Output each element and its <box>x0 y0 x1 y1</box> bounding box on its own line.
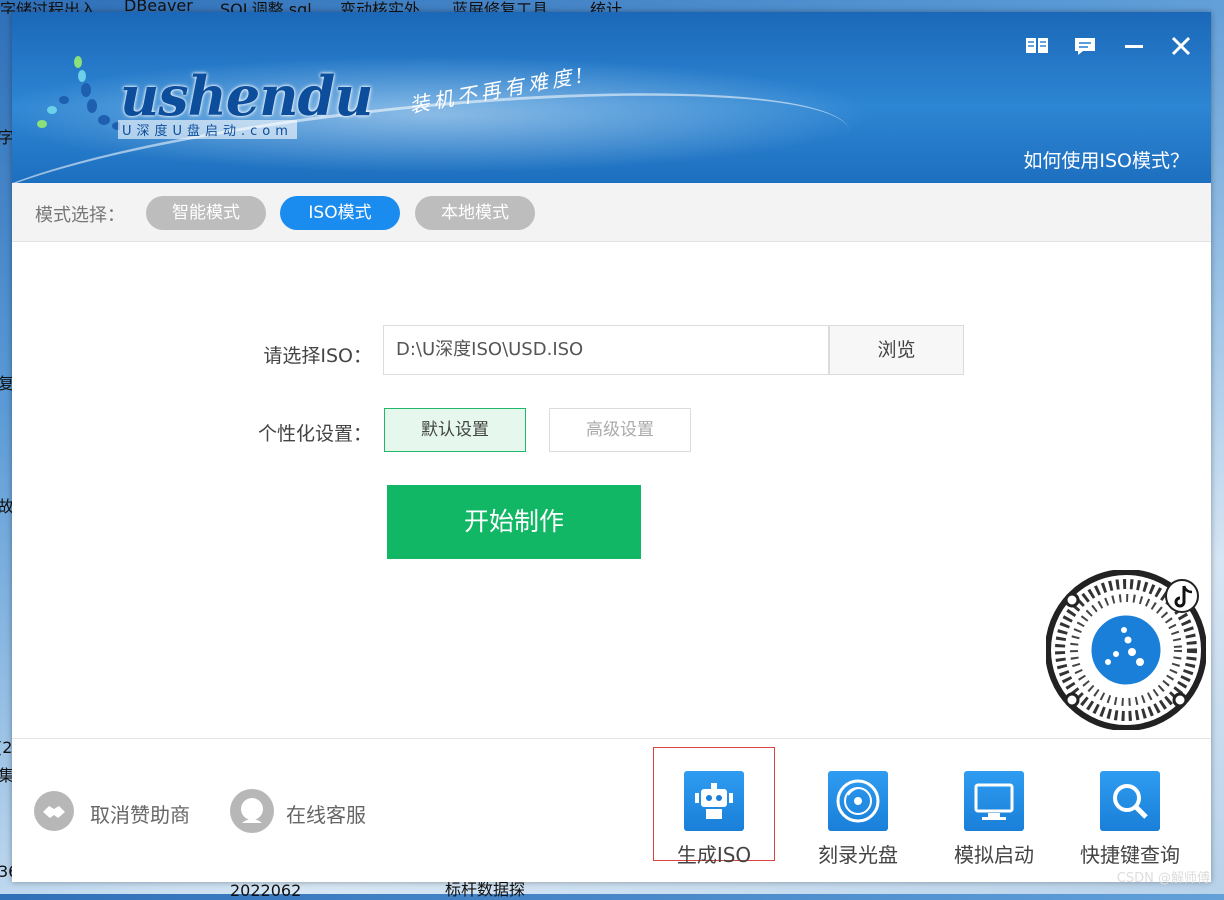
tab-smart-mode[interactable]: 智能模式 <box>146 196 266 230</box>
burn-disc-label: 刻录光盘 <box>818 843 898 867</box>
tab-local-mode[interactable]: 本地模式 <box>415 196 535 230</box>
iso-select-label: 请选择ISO： <box>263 345 372 367</box>
start-making-button[interactable]: 开始制作 <box>387 485 641 559</box>
default-settings-button[interactable]: 默认设置 <box>384 408 526 452</box>
cancel-sponsor-text: 取消赞助商 <box>90 803 190 827</box>
disc-icon <box>828 771 888 831</box>
shortcut-query-tool[interactable]: 快捷键查询 <box>1070 771 1190 871</box>
burn-disc-tool[interactable]: 刻录光盘 <box>798 771 918 871</box>
online-support-link[interactable]: 在线客服 <box>230 789 390 835</box>
iso-path-input[interactable]: D:\U深度ISO\USD.ISO <box>383 325 829 375</box>
ushendu-app-window: ushendu U深度U盘启动.com 装机不再有难度! 如何使用ISO模式？ … <box>12 12 1211 882</box>
csdn-watermark: CSDN @解师傅 <box>1116 871 1210 886</box>
simulate-boot-tool[interactable]: 模拟启动 <box>934 771 1054 871</box>
feedback-chat-icon[interactable] <box>1073 34 1097 58</box>
mode-selection-label: 模式选择： <box>35 205 125 226</box>
browse-button[interactable]: 浏览 <box>829 325 964 375</box>
douyin-qr-code <box>1046 570 1206 730</box>
monitor-icon <box>964 771 1024 831</box>
mode-selection-bar: 模式选择： 智能模式 ISO模式 本地模式 <box>12 183 1211 242</box>
generate-iso-label: 生成ISO <box>676 843 752 867</box>
app-footer: 取消赞助商 在线客服 生成ISO 刻录光盘 模拟启动 快捷键查询 <box>12 738 1211 882</box>
advanced-settings-button[interactable]: 高级设置 <box>549 408 691 452</box>
desktop-label: (2 <box>0 738 13 757</box>
shortcut-query-label: 快捷键查询 <box>1080 843 1180 867</box>
handshake-icon <box>34 791 74 831</box>
close-icon[interactable] <box>1169 34 1193 58</box>
robot-icon <box>684 771 744 831</box>
generate-iso-tool[interactable]: 生成ISO <box>653 747 775 867</box>
simulate-boot-label: 模拟启动 <box>954 843 1034 867</box>
ushendu-logo-icon <box>37 56 120 130</box>
desktop-label: 2022062 <box>230 881 302 900</box>
minimize-icon[interactable] <box>1122 34 1146 58</box>
manual-book-icon[interactable] <box>1025 34 1049 58</box>
ushendu-logo-text: ushendu <box>120 64 374 128</box>
app-header: ushendu U深度U盘启动.com 装机不再有难度! 如何使用ISO模式？ <box>12 12 1211 183</box>
online-support-text: 在线客服 <box>286 803 366 827</box>
tab-iso-mode[interactable]: ISO模式 <box>280 196 400 230</box>
ushendu-logo-subtitle: U深度U盘启动.com <box>118 120 297 139</box>
magnifier-icon <box>1100 771 1160 831</box>
customer-service-icon <box>230 789 274 833</box>
cancel-sponsor-link[interactable]: 取消赞助商 <box>34 791 204 835</box>
iso-mode-help-link[interactable]: 如何使用ISO模式？ <box>1023 146 1189 173</box>
personalization-label: 个性化设置： <box>257 423 372 445</box>
